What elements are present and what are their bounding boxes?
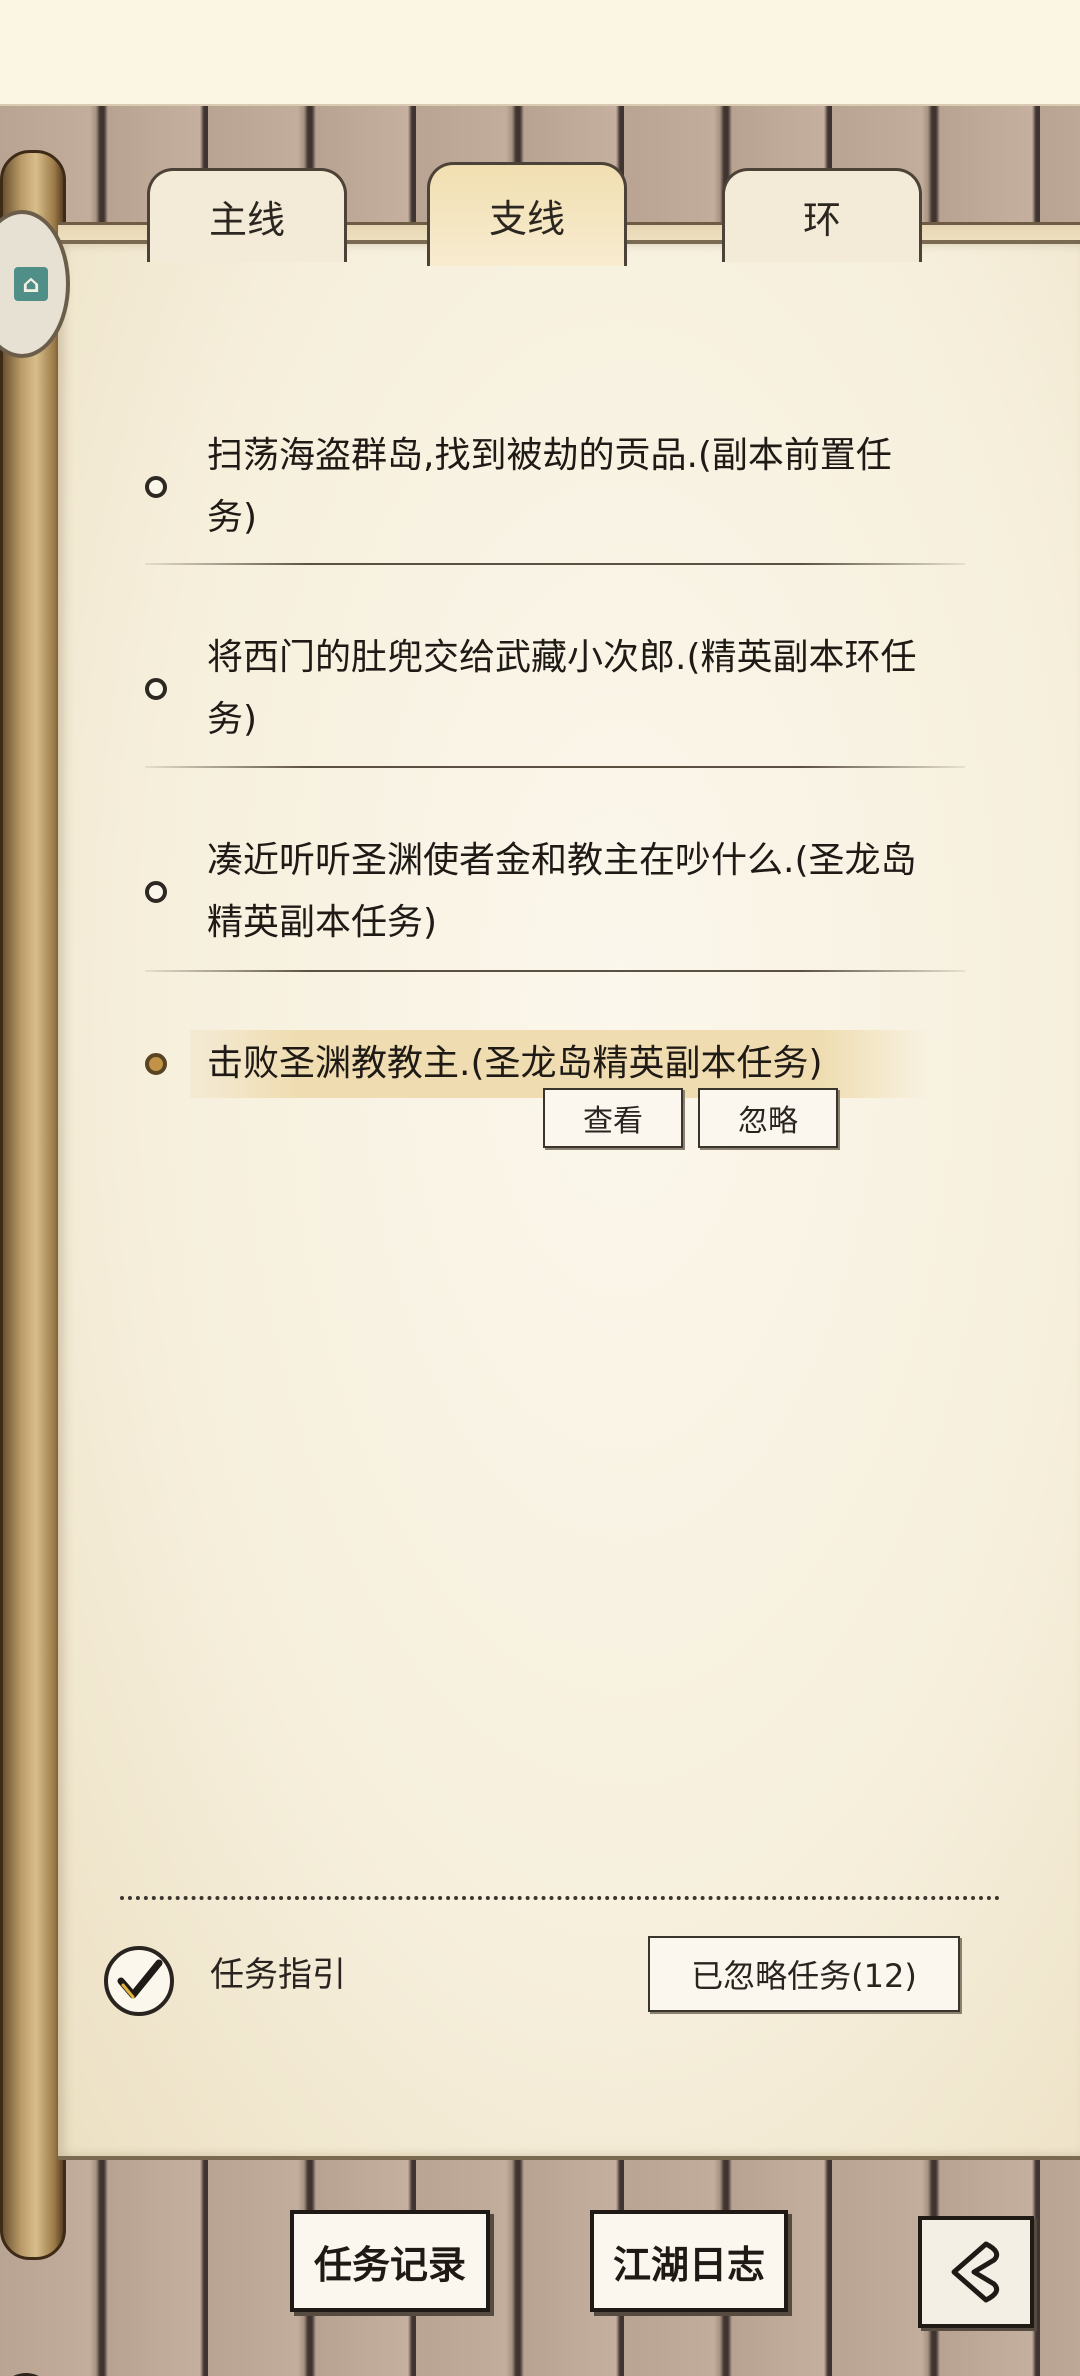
back-arrow-icon [951, 2241, 1000, 2303]
back-button[interactable] [918, 2216, 1034, 2328]
tab-ring-quest[interactable]: 环 [722, 168, 922, 262]
checkmark-icon [117, 1959, 163, 1999]
quest-text: 扫荡海盗群岛,找到被劫的贡品.(副本前置任务) [207, 435, 892, 538]
quest-radio[interactable] [145, 678, 167, 700]
quest-text: 击败圣渊教教主.(圣龙岛精英副本任务) [207, 1043, 823, 1084]
quest-divider [145, 563, 965, 565]
tab-main-quest[interactable]: 主线 [147, 168, 347, 262]
badge-icon: ⌂ [14, 267, 48, 301]
quest-item-selected[interactable]: 击败圣渊教教主.(圣龙岛精英副本任务) [145, 1034, 965, 1094]
status-bar-area [0, 0, 1080, 106]
quest-divider [145, 766, 965, 768]
scroll-rod [0, 150, 66, 2376]
jianghu-journal-button[interactable]: 江湖日志 [590, 2210, 788, 2312]
ignored-quests-button[interactable]: 已忽略任务(12) [648, 1936, 960, 2012]
guide-checkbox[interactable] [104, 1946, 174, 2016]
quest-divider [145, 970, 965, 972]
footer-divider [120, 1896, 1000, 1900]
tab-side-quest[interactable]: 支线 [427, 162, 627, 266]
quest-radio[interactable] [145, 476, 167, 498]
quest-radio[interactable] [145, 881, 167, 903]
quest-item[interactable]: 扫荡海盗群岛,找到被劫的贡品.(副本前置任务) [145, 425, 965, 549]
quest-text: 凑近听听圣渊使者金和教主在吵什么.(圣龙岛精英副本任务) [207, 840, 917, 943]
quest-text: 将西门的肚兜交给武藏小次郎.(精英副本环任务) [207, 637, 917, 740]
guide-label: 任务指引 [210, 1955, 346, 1995]
quest-record-button[interactable]: 任务记录 [290, 2210, 490, 2312]
view-button[interactable]: 查看 [543, 1088, 683, 1148]
quest-item[interactable]: 将西门的肚兜交给武藏小次郎.(精英副本环任务) [145, 627, 965, 751]
ignore-button[interactable]: 忽略 [698, 1088, 838, 1148]
quest-item[interactable]: 凑近听听圣渊使者金和教主在吵什么.(圣龙岛精英副本任务) [145, 830, 965, 954]
quest-radio-selected[interactable] [145, 1053, 167, 1075]
